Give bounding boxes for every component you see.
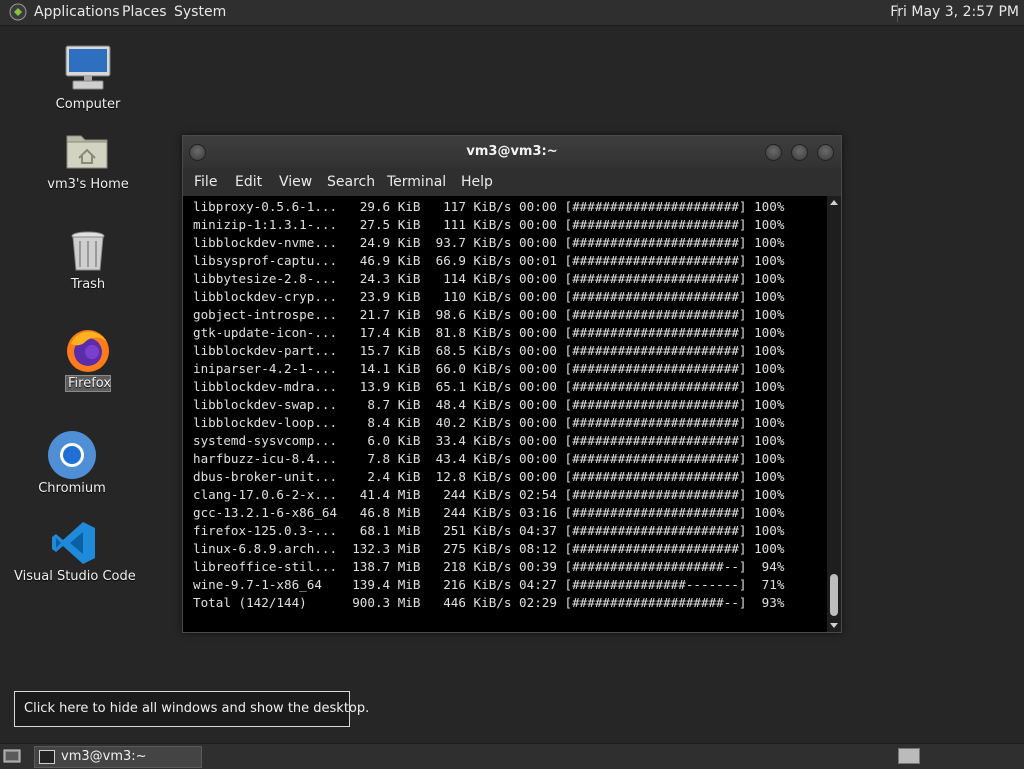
terminal-line: firefox-125.0.3-... 68.1 MiB 251 KiB/s 0…: [193, 523, 785, 538]
distro-logo-icon[interactable]: [9, 3, 27, 21]
chromium-icon: [48, 431, 96, 479]
terminal-line: libblockdev-cryp... 23.9 KiB 110 KiB/s 0…: [193, 289, 785, 304]
desktop-icon-vscode[interactable]: Visual Studio Code: [14, 520, 136, 590]
terminal-line: libbytesize-2.8-... 24.3 KiB 114 KiB/s 0…: [193, 271, 785, 286]
menu-edit[interactable]: Edit: [235, 174, 262, 190]
home-folder-icon: [66, 135, 108, 169]
desktop-icon-label: vm3's Home: [47, 177, 129, 192]
desktop-icon-trash[interactable]: Trash: [38, 228, 138, 298]
scrollbar-thumb[interactable]: [830, 574, 838, 616]
bottom-panel: vm3@vm3:~: [0, 743, 1024, 769]
menu-search[interactable]: Search: [327, 174, 375, 190]
desktop-icon-computer[interactable]: Computer: [38, 44, 138, 114]
terminal-line: minizip-1:1.3.1-... 27.5 KiB 111 KiB/s 0…: [193, 217, 785, 232]
terminal-line: gcc-13.2.1-6-x86_64 46.8 MiB 244 KiB/s 0…: [193, 505, 785, 520]
trash-icon: [71, 231, 105, 271]
desktop-icon-label: Computer: [55, 97, 121, 112]
close-button[interactable]: [817, 144, 834, 161]
menu-terminal[interactable]: Terminal: [387, 174, 446, 190]
terminal-output[interactable]: libproxy-0.5.6-1... 29.6 KiB 117 KiB/s 0…: [183, 196, 827, 632]
terminal-line: libreoffice-stil... 138.7 MiB 218 KiB/s …: [193, 559, 785, 574]
desktop-icon-chromium[interactable]: Chromium: [22, 430, 122, 500]
show-desktop-icon[interactable]: [3, 748, 21, 764]
clock[interactable]: Fri May 3, 2:57 PM: [890, 4, 1019, 20]
vscode-icon: [52, 522, 95, 564]
desktop-icon-firefox[interactable]: Firefox: [38, 326, 138, 396]
terminal-line: libblockdev-nvme... 24.9 KiB 93.7 KiB/s …: [193, 235, 785, 250]
desktop-icon-home[interactable]: vm3's Home: [38, 128, 138, 198]
tooltip-text: Click here to hide all windows and show …: [24, 701, 370, 716]
terminal-icon: [39, 750, 55, 764]
terminal-lines: libproxy-0.5.6-1... 29.6 KiB 117 KiB/s 0…: [193, 198, 784, 612]
menu-help[interactable]: Help: [461, 174, 493, 190]
workspace-switcher[interactable]: [898, 748, 920, 764]
applications-menu[interactable]: Applications: [34, 4, 120, 20]
terminal-line: iniparser-4.2-1-... 14.1 KiB 66.0 KiB/s …: [193, 361, 785, 376]
menu-file[interactable]: File: [194, 174, 217, 190]
maximize-button[interactable]: [791, 144, 808, 161]
scroll-up-arrow-icon[interactable]: [830, 200, 838, 205]
terminal-line: libblockdev-part... 15.7 KiB 68.5 KiB/s …: [193, 343, 785, 358]
terminal-line: linux-6.8.9.arch... 132.3 MiB 275 KiB/s …: [193, 541, 785, 556]
desktop-icon-label: Firefox: [65, 375, 111, 392]
terminal-line: clang-17.0.6-2-x... 41.4 MiB 244 KiB/s 0…: [193, 487, 785, 502]
places-menu[interactable]: Places: [122, 4, 167, 20]
terminal-line: systemd-sysvcomp... 6.0 KiB 33.4 KiB/s 0…: [193, 433, 785, 448]
terminal-scrollbar[interactable]: [827, 196, 841, 632]
firefox-icon: [67, 330, 109, 372]
terminal-line: gtk-update-icon-... 17.4 KiB 81.8 KiB/s …: [193, 325, 785, 340]
desktop-icon-label: Trash: [70, 277, 106, 292]
window-titlebar[interactable]: vm3@vm3:~: [183, 136, 841, 168]
scroll-down-arrow-icon[interactable]: [830, 623, 838, 628]
computer-icon: [65, 45, 111, 90]
terminal-menubar: File Edit View Search Terminal Help: [183, 168, 841, 196]
terminal-window[interactable]: vm3@vm3:~ File Edit View Search Terminal…: [182, 135, 842, 633]
terminal-line: Total (142/144) 900.3 MiB 446 KiB/s 02:2…: [193, 595, 785, 610]
desktop-icon-label: Chromium: [38, 481, 106, 496]
taskbar-item-label: vm3@vm3:~: [61, 749, 147, 764]
terminal-line: libproxy-0.5.6-1... 29.6 KiB 117 KiB/s 0…: [193, 199, 785, 214]
taskbar-item-terminal[interactable]: vm3@vm3:~: [34, 746, 202, 768]
top-panel: Applications Places System Fri May 3, 2:…: [0, 0, 1024, 26]
terminal-line: dbus-broker-unit... 2.4 KiB 12.8 KiB/s 0…: [193, 469, 785, 484]
terminal-line: gobject-introspe... 21.7 KiB 98.6 KiB/s …: [193, 307, 785, 322]
terminal-line: wine-9.7-1-x86_64 139.4 MiB 216 KiB/s 04…: [193, 577, 785, 592]
show-desktop-tooltip: Click here to hide all windows and show …: [14, 691, 369, 727]
system-menu[interactable]: System: [174, 4, 226, 20]
menu-view[interactable]: View: [279, 174, 312, 190]
minimize-button[interactable]: [765, 144, 782, 161]
terminal-line: libblockdev-loop... 8.4 KiB 40.2 KiB/s 0…: [193, 415, 785, 430]
terminal-line: libsysprof-captu... 46.9 KiB 66.9 KiB/s …: [193, 253, 785, 268]
terminal-line: libblockdev-swap... 8.7 KiB 48.4 KiB/s 0…: [193, 397, 785, 412]
desktop-icon-label: Visual Studio Code: [14, 569, 136, 584]
terminal-line: harfbuzz-icu-8.4... 7.8 KiB 43.4 KiB/s 0…: [193, 451, 785, 466]
window-title: vm3@vm3:~: [466, 144, 558, 159]
terminal-line: libblockdev-mdra... 13.9 KiB 65.1 KiB/s …: [193, 379, 785, 394]
